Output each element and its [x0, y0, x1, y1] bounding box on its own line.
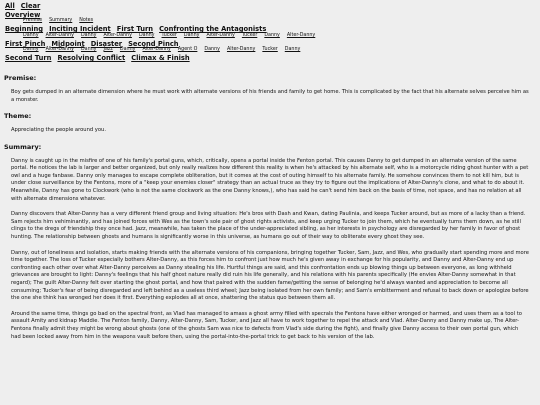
first-pinch-children: Danny Alter-Danny Danny Jazz Danny Alter… [5, 48, 535, 53]
pov-link[interactable]: Alter-Danny [287, 33, 315, 39]
summary-paragraph: Danny is caught up in the misfire of one… [11, 157, 529, 202]
pov-link[interactable]: Danny [23, 48, 39, 53]
summary-paragraph: Danny discovers that Alter-Danny has a v… [11, 211, 526, 241]
premise-link[interactable]: Premise [23, 19, 42, 24]
summary-link[interactable]: Summary [49, 19, 72, 24]
pov-link[interactable]: Alter-Danny [142, 48, 170, 53]
pov-link[interactable]: Tucker [262, 48, 277, 53]
beginning-link[interactable]: Beginning [5, 26, 43, 33]
show-all-link[interactable]: All [5, 3, 15, 10]
pov-link[interactable]: Alter-Danny [104, 33, 132, 39]
confronting-antagonists-link[interactable]: Confronting the Antagonists [159, 26, 266, 33]
summary-section: Summary: Danny is caught up in the misfi… [0, 143, 540, 341]
nav-row-beginning: Beginning Inciting Incident First Turn C… [5, 26, 535, 33]
pov-link[interactable]: Danny [120, 48, 136, 53]
pov-link[interactable]: Danny [184, 33, 200, 39]
pov-link[interactable]: Tucker [242, 33, 257, 39]
premise-heading: Premise: [4, 73, 37, 82]
summary-paragraph: Around the same time, things go bad on t… [11, 310, 522, 340]
pov-link[interactable]: Danny [81, 48, 97, 53]
pov-link[interactable]: Danny [264, 33, 280, 39]
premise-paragraph: Boy gets dumped in an alternate dimensio… [11, 88, 529, 103]
summary-paragraph: Danny, out of loneliness and isolation, … [11, 249, 529, 302]
notes-link[interactable]: Notes [79, 19, 93, 24]
pov-link[interactable]: Tucker [162, 33, 177, 39]
nav-row-second-turn: Second Turn Resolving Conflict Climax & … [5, 55, 535, 62]
pov-link[interactable]: Alter-Danny [46, 48, 74, 53]
inciting-incident-link[interactable]: Inciting Incident [49, 26, 111, 33]
pov-link[interactable]: Jazz [104, 48, 113, 53]
pov-link[interactable]: Danny [285, 48, 301, 53]
resolving-conflict-link[interactable]: Resolving Conflict [57, 55, 125, 62]
theme-text: Appreciating the people around you. [0, 127, 540, 135]
pov-link[interactable]: Danny [81, 33, 97, 39]
overview-children: Premise Summary Notes [5, 19, 535, 24]
summary-heading: Summary: [4, 142, 42, 151]
pov-link[interactable]: Agent O [178, 48, 198, 53]
pov-link[interactable]: Danny [139, 33, 155, 39]
beginning-children: Danny Alter-Danny Danny Alter-Danny Dann… [5, 33, 535, 39]
premise-text: Boy gets dumped in an alternate dimensio… [0, 89, 540, 104]
pov-link[interactable]: Danny [23, 33, 39, 39]
theme-paragraph: Appreciating the people around you. [11, 127, 106, 134]
premise-section: Premise: Boy gets dumped in an alternate… [0, 74, 540, 104]
climax-finish-link[interactable]: Climax & Finish [131, 55, 189, 62]
section-navigation: All Clear Overview Premise Summary Notes… [0, 0, 540, 62]
summary-text: Danny is caught up in the misfire of one… [0, 158, 540, 341]
pov-link[interactable]: Danny [204, 48, 220, 53]
nav-row-top: All Clear [5, 3, 535, 10]
first-turn-link[interactable]: First Turn [117, 26, 153, 33]
pov-link[interactable]: Alter-Danny [206, 33, 234, 39]
second-turn-link[interactable]: Second Turn [5, 55, 51, 62]
pov-link[interactable]: Alter-Danny [227, 48, 255, 53]
pov-link[interactable]: Alter-Danny [46, 33, 74, 39]
theme-heading: Theme: [4, 112, 32, 121]
theme-section: Theme: Appreciating the people around yo… [0, 112, 540, 135]
clear-link[interactable]: Clear [21, 3, 41, 10]
